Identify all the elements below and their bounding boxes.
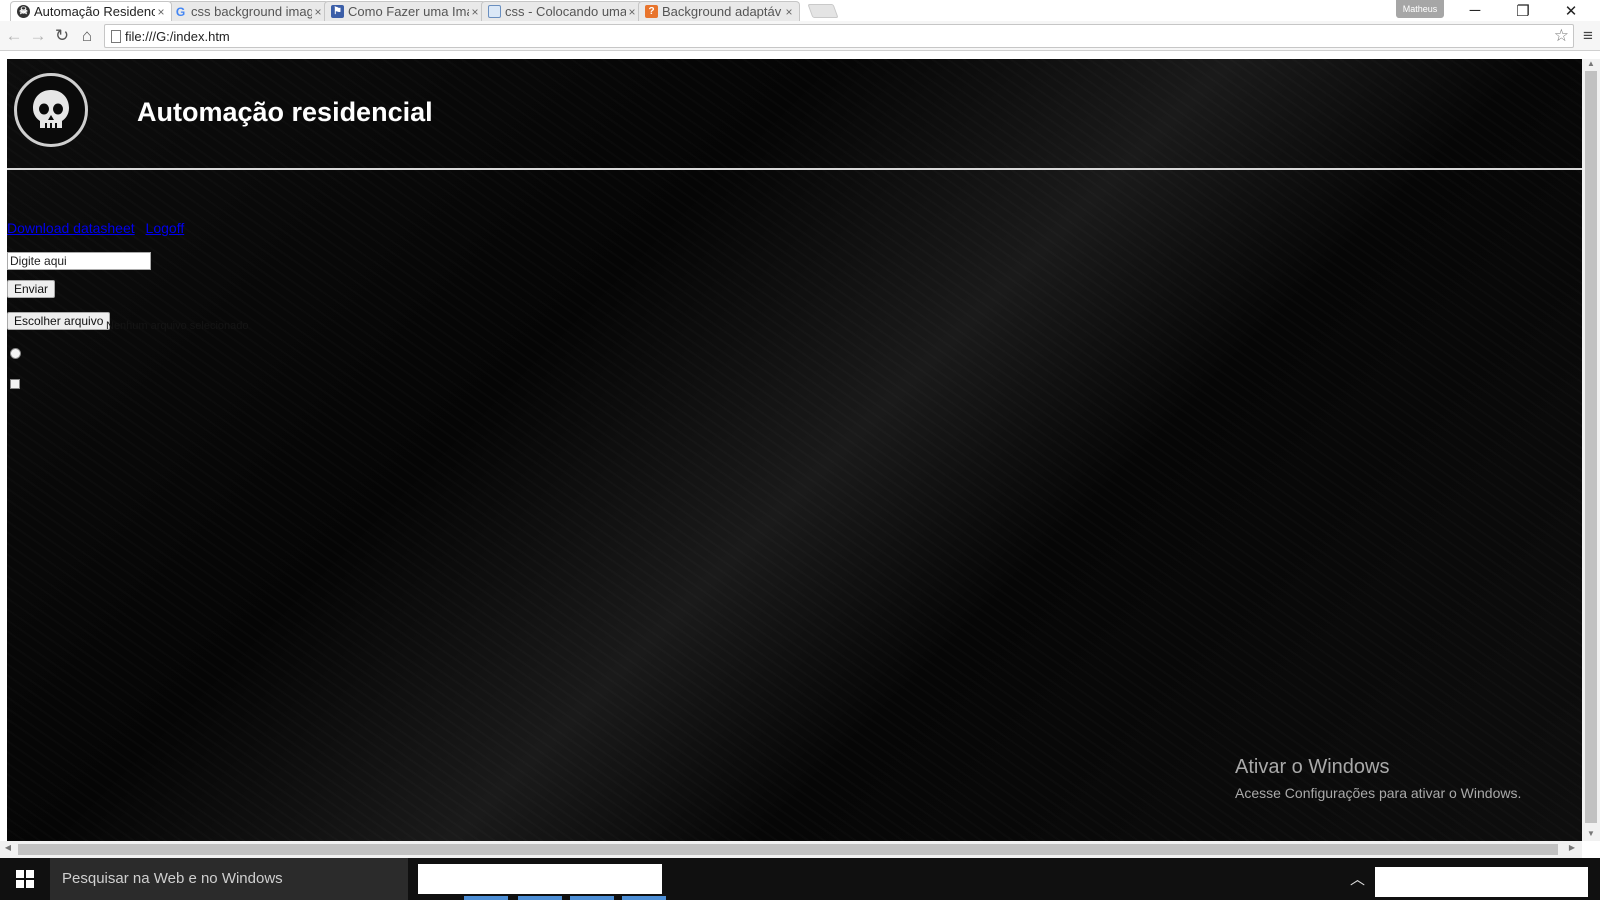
scroll-up-icon[interactable]: ▲ bbox=[1582, 59, 1600, 71]
logoff-link[interactable]: Logoff bbox=[146, 220, 185, 236]
restore-icon[interactable]: ❐ bbox=[1500, 0, 1546, 21]
tab-strip: ☠ Automação Residenc × G css background … bbox=[0, 0, 1600, 21]
page-title: Automação residencial bbox=[137, 97, 433, 127]
tab-title: Automação Residenc bbox=[34, 4, 155, 19]
minimize-icon[interactable]: ─ bbox=[1452, 0, 1498, 21]
horizontal-scroll-thumb[interactable] bbox=[18, 844, 1558, 855]
windows-start-icon[interactable] bbox=[0, 858, 50, 900]
tab-css-colocando[interactable]: css - Colocando uma × bbox=[481, 1, 643, 21]
taskbar-app-indicator[interactable] bbox=[570, 896, 614, 900]
profile-badge[interactable]: Matheus bbox=[1396, 0, 1444, 18]
url-text[interactable]: file:///G:/index.htm bbox=[125, 29, 230, 44]
home-icon[interactable]: ⌂ bbox=[76, 26, 98, 46]
windows-taskbar: Pesquisar na Web e no Windows ︿ bbox=[0, 858, 1600, 900]
activation-heading: Ativar o Windows bbox=[1235, 756, 1390, 778]
back-arrow-icon[interactable]: ← bbox=[3, 26, 25, 46]
radio-button[interactable] bbox=[10, 348, 21, 359]
close-tab-icon[interactable]: × bbox=[626, 5, 638, 19]
file-status-text: Nenhum arquivo selecionado bbox=[106, 320, 249, 332]
taskbar-app-indicator[interactable] bbox=[464, 896, 508, 900]
choose-file-button[interactable]: Escolher arquivo bbox=[7, 312, 111, 330]
close-tab-icon[interactable]: × bbox=[312, 5, 324, 19]
submit-button[interactable]: Enviar bbox=[7, 280, 56, 298]
browser-toolbar: ← → ↻ ⌂ file:///G:/index.htm ☆ ≡ bbox=[0, 21, 1600, 51]
taskbar-apps-area[interactable] bbox=[418, 864, 662, 894]
forward-arrow-icon[interactable]: → bbox=[27, 26, 49, 46]
vertical-scrollbar[interactable]: ▲ ▼ bbox=[1582, 59, 1600, 841]
scroll-left-icon[interactable]: ◀ bbox=[2, 843, 14, 852]
tab-title: css background imag bbox=[191, 4, 312, 19]
google-icon: G bbox=[175, 4, 186, 19]
nav-links: Download datasheet Logoff bbox=[7, 220, 191, 236]
tab-css-background[interactable]: G css background imag × bbox=[167, 1, 329, 21]
scroll-down-icon[interactable]: ▼ bbox=[1582, 829, 1600, 841]
close-window-icon[interactable]: ✕ bbox=[1548, 0, 1594, 21]
windows-activation-watermark: Ativar o Windows Acesse Configurações pa… bbox=[1235, 756, 1521, 801]
menu-icon[interactable]: ≡ bbox=[1580, 26, 1596, 46]
taskbar-search-box[interactable]: Pesquisar na Web e no Windows bbox=[50, 858, 408, 900]
tab-title: Background adaptáv bbox=[662, 4, 782, 19]
scroll-right-icon[interactable]: ▶ bbox=[1566, 843, 1578, 852]
reload-icon[interactable]: ↻ bbox=[51, 26, 73, 46]
checkbox[interactable] bbox=[10, 379, 20, 389]
question-icon: ? bbox=[645, 5, 658, 18]
system-tray[interactable] bbox=[1375, 867, 1588, 897]
tab-background-adaptavel[interactable]: ? Background adaptáv × bbox=[638, 1, 800, 21]
horizontal-scrollbar[interactable]: ◀ ▶ bbox=[0, 841, 1582, 858]
site-header: Automação residencial bbox=[7, 59, 1582, 170]
page-viewport: Automação residencial Download datasheet… bbox=[7, 59, 1582, 841]
text-input[interactable]: Digite aqui bbox=[7, 252, 151, 270]
skull-logo-icon bbox=[14, 73, 88, 147]
skull-favicon-icon: ☠ bbox=[17, 5, 30, 18]
page-icon bbox=[111, 30, 121, 43]
vertical-scroll-thumb[interactable] bbox=[1585, 71, 1597, 823]
new-tab-button[interactable] bbox=[807, 4, 839, 18]
taskbar-app-indicator[interactable] bbox=[518, 896, 562, 900]
bookmark-star-icon[interactable]: ☆ bbox=[1554, 26, 1569, 46]
address-bar[interactable]: file:///G:/index.htm ☆ bbox=[104, 24, 1574, 48]
close-tab-icon[interactable]: × bbox=[155, 5, 167, 19]
tab-automacao[interactable]: ☠ Automação Residenc × bbox=[10, 1, 172, 21]
activation-subtext: Acesse Configurações para ativar o Windo… bbox=[1235, 785, 1522, 801]
tab-title: Como Fazer uma Ima bbox=[348, 4, 469, 19]
bookmark-icon: ⚑ bbox=[331, 5, 344, 18]
page-icon bbox=[488, 5, 501, 18]
tab-title: css - Colocando uma bbox=[505, 4, 626, 19]
close-tab-icon[interactable]: × bbox=[783, 5, 795, 19]
taskbar-app-indicator[interactable] bbox=[622, 896, 666, 900]
download-datasheet-link[interactable]: Download datasheet bbox=[7, 220, 135, 236]
close-tab-icon[interactable]: × bbox=[469, 5, 481, 19]
tray-expand-icon[interactable]: ︿ bbox=[1350, 868, 1365, 889]
tab-como-fazer[interactable]: ⚑ Como Fazer uma Ima × bbox=[324, 1, 486, 21]
